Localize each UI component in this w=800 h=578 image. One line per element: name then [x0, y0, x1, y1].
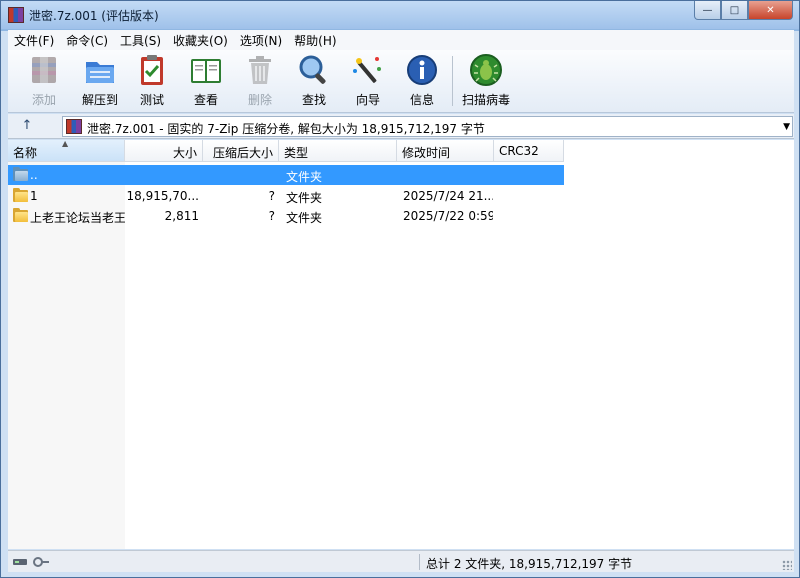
- info-icon: [405, 53, 439, 87]
- folder-icon: [13, 188, 28, 202]
- wizard-button[interactable]: 向导: [342, 53, 394, 111]
- column-header-packed[interactable]: 压缩后大小: [203, 140, 279, 162]
- folder-icon: [13, 208, 28, 222]
- chevron-down-icon[interactable]: ▼: [783, 122, 790, 132]
- status-bar: 总计 2 文件夹, 18,915,712,197 字节: [8, 550, 794, 572]
- row-type: 文件夹: [286, 191, 323, 205]
- file-list[interactable]: 名称 ▲ 大小 压缩后大小 类型 修改时间 CRC32 .. 文件夹 1 18,…: [8, 139, 794, 549]
- menu-file[interactable]: 文件(F): [8, 32, 60, 49]
- column-header-type[interactable]: 类型: [279, 140, 397, 162]
- row-packed: ?: [268, 189, 275, 203]
- winrar-app-icon[interactable]: [8, 7, 24, 23]
- menu-options[interactable]: 选项(N): [234, 32, 288, 49]
- toolbar: 添加 解压到 测试 查看 删除 查找 向导 信息 扫描病毒: [8, 50, 794, 113]
- add-label: 添加: [31, 93, 56, 107]
- column-header-name[interactable]: 名称 ▲: [8, 139, 125, 162]
- row-name: 1: [30, 189, 38, 203]
- archive-path-field[interactable]: 泄密.7z.001 - 固实的 7-Zip 压缩分卷, 解包大小为 18,915…: [62, 116, 793, 137]
- archive-icon: [66, 119, 82, 134]
- row-name: 上老王论坛当老王: [30, 211, 125, 225]
- delete-trash-icon: [243, 53, 277, 87]
- table-row-parent[interactable]: .. 文件夹: [8, 165, 564, 185]
- minimize-button[interactable]: —: [694, 1, 721, 20]
- maximize-button[interactable]: □: [721, 1, 748, 20]
- view-button[interactable]: 查看: [180, 53, 232, 111]
- test-clipboard-icon: [135, 53, 169, 87]
- menu-bar: 文件(F) 命令(C) 工具(S) 收藏夹(O) 选项(N) 帮助(H): [8, 30, 794, 50]
- menu-tools[interactable]: 工具(S): [114, 32, 167, 49]
- find-label: 查找: [301, 93, 326, 107]
- parent-folder-icon: [13, 167, 28, 181]
- row-modified: 2025/7/22 0:59: [403, 209, 493, 223]
- virus-scan-label: 扫描病毒: [461, 93, 510, 107]
- virus-scan-icon: [469, 53, 503, 87]
- resize-grip[interactable]: [782, 560, 792, 570]
- row-size: 18,915,70...: [126, 189, 199, 203]
- virus-scan-button[interactable]: 扫描病毒: [458, 53, 514, 111]
- test-button[interactable]: 测试: [126, 53, 178, 111]
- extract-to-button[interactable]: 解压到: [74, 53, 126, 111]
- table-row[interactable]: 1 18,915,70... ? 文件夹 2025/7/24 21...: [8, 186, 564, 206]
- row-type: 文件夹: [286, 211, 323, 225]
- extract-to-icon: [83, 53, 117, 87]
- window-title: 泄密.7z.001 (评估版本): [29, 9, 159, 23]
- add-archive-icon: [27, 53, 61, 87]
- info-button[interactable]: 信息: [396, 53, 448, 111]
- extract-to-label: 解压到: [81, 93, 118, 107]
- wizard-wand-icon: [351, 53, 385, 87]
- row-size: 2,811: [164, 209, 199, 223]
- view-label: 查看: [193, 93, 218, 107]
- window-controls: — □ ✕: [694, 1, 793, 21]
- wizard-label: 向导: [355, 93, 380, 107]
- column-header-modified[interactable]: 修改时间: [397, 140, 494, 162]
- row-packed: ?: [268, 209, 275, 223]
- drive-key-icon[interactable]: [12, 555, 50, 569]
- view-book-icon: [189, 53, 223, 87]
- address-bar: ↑ 泄密.7z.001 - 固实的 7-Zip 压缩分卷, 解包大小为 18,9…: [8, 114, 794, 139]
- toolbar-separator: [452, 56, 453, 106]
- menu-help[interactable]: 帮助(H): [288, 32, 342, 49]
- add-button[interactable]: 添加: [18, 53, 70, 111]
- table-row[interactable]: 上老王论坛当老王 2,811 ? 文件夹 2025/7/22 0:59: [8, 206, 564, 226]
- menu-favorites[interactable]: 收藏夹(O): [167, 32, 234, 49]
- up-one-level-button[interactable]: ↑: [18, 118, 36, 134]
- title-bar[interactable]: 泄密.7z.001 (评估版本) — □ ✕: [1, 1, 799, 29]
- close-button[interactable]: ✕: [748, 1, 793, 20]
- find-magnifier-icon: [297, 53, 331, 87]
- status-separator: [419, 554, 420, 570]
- column-header-crc32[interactable]: CRC32: [494, 140, 564, 162]
- delete-button[interactable]: 删除: [234, 53, 286, 111]
- column-name-label: 名称: [13, 146, 38, 160]
- info-label: 信息: [409, 93, 434, 107]
- menu-commands[interactable]: 命令(C): [60, 32, 114, 49]
- test-label: 测试: [139, 93, 164, 107]
- delete-label: 删除: [247, 93, 272, 107]
- sort-ascending-icon: ▲: [62, 139, 69, 148]
- winrar-window: 泄密.7z.001 (评估版本) — □ ✕ 文件(F) 命令(C) 工具(S)…: [0, 0, 800, 578]
- status-summary: 总计 2 文件夹, 18,915,712,197 字节: [426, 557, 633, 571]
- row-name: ..: [30, 168, 38, 182]
- archive-path-text: 泄密.7z.001 - 固实的 7-Zip 压缩分卷, 解包大小为 18,915…: [87, 122, 485, 136]
- find-button[interactable]: 查找: [288, 53, 340, 111]
- column-header-size[interactable]: 大小: [125, 140, 203, 162]
- row-modified: 2025/7/24 21...: [403, 189, 493, 203]
- row-type: 文件夹: [286, 170, 323, 184]
